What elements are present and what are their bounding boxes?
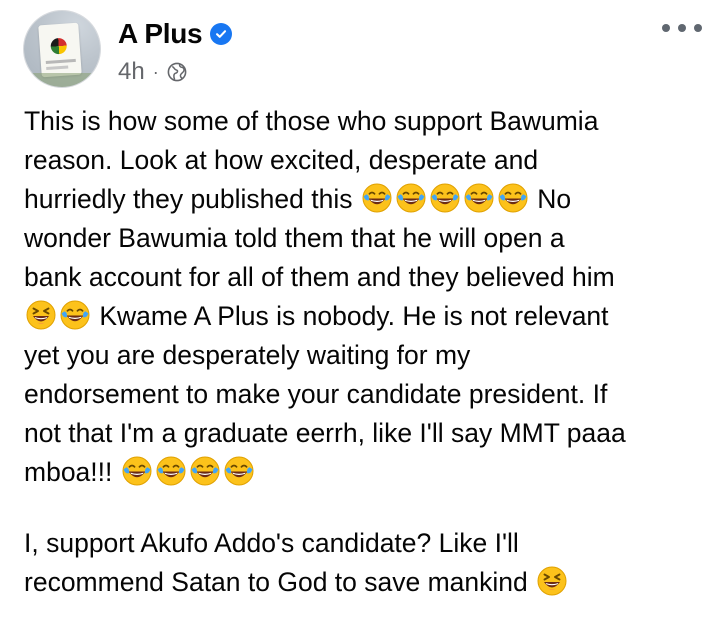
tears-of-joy-emoji-icon <box>121 455 153 487</box>
tears-of-joy-emoji-icon <box>395 182 427 214</box>
post-text-segment: I, support Akufo Addo's candidate? Like … <box>24 528 519 558</box>
post-text-segment: No <box>529 184 572 214</box>
post-text-segment: bank account for all of them and they be… <box>24 262 615 292</box>
emoji-group <box>120 455 256 487</box>
post-line: I, support Akufo Addo's candidate? Like … <box>24 524 704 563</box>
post-text-segment: endorsement to make your candidate presi… <box>24 379 608 409</box>
post-line: reason. Look at how excited, desperate a… <box>24 141 704 180</box>
laughing-emoji-icon <box>536 565 568 597</box>
post-text-segment: hurriedly they published this <box>24 184 360 214</box>
post-text-segment: This is how some of those who support Ba… <box>24 106 599 136</box>
post-text-segment: wonder Bawumia told them that he will op… <box>24 223 565 253</box>
post-timestamp[interactable]: 4h <box>118 58 145 86</box>
post-line: wonder Bawumia told them that he will op… <box>24 219 704 258</box>
tears-of-joy-emoji-icon <box>463 182 495 214</box>
emoji-group <box>360 182 530 214</box>
tears-of-joy-emoji-icon <box>189 455 221 487</box>
tears-of-joy-emoji-icon <box>497 182 529 214</box>
tears-of-joy-emoji-icon <box>155 455 187 487</box>
laughing-emoji-icon <box>25 299 57 331</box>
post-text-segment: not that I'm a graduate eerrh, like I'll… <box>24 418 626 448</box>
meta-separator: · <box>152 61 159 82</box>
emoji-group <box>24 299 92 331</box>
author-row: A Plus <box>118 14 233 54</box>
post-text-segment: Kwame A Plus is nobody. He is not releva… <box>92 301 609 331</box>
emoji-group <box>535 565 569 597</box>
author-avatar[interactable] <box>23 10 101 88</box>
post-line: recommend Satan to God to save mankind <box>24 563 704 602</box>
post-meta: 4h · <box>118 56 187 88</box>
post-text-segment: yet you are desperately waiting for my <box>24 340 471 370</box>
post-header: A Plus 4h · <box>0 0 720 100</box>
post-line: Kwame A Plus is nobody. He is not releva… <box>24 297 704 336</box>
tears-of-joy-emoji-icon <box>429 182 461 214</box>
post-line: endorsement to make your candidate presi… <box>24 375 704 414</box>
tears-of-joy-emoji-icon <box>59 299 91 331</box>
post-line: This is how some of those who support Ba… <box>24 102 704 141</box>
post-line: yet you are desperately waiting for my <box>24 336 704 375</box>
tears-of-joy-emoji-icon <box>361 182 393 214</box>
post-line: bank account for all of them and they be… <box>24 258 704 297</box>
tears-of-joy-emoji-icon <box>223 455 255 487</box>
verified-badge-icon <box>210 23 233 45</box>
post-line: not that I'm a graduate eerrh, like I'll… <box>24 414 704 453</box>
post-line: hurriedly they published this No <box>24 180 704 219</box>
post-text-segment: mboa!!! <box>24 457 120 487</box>
post-text-segment: reason. Look at how excited, desperate a… <box>24 145 539 175</box>
author-name[interactable]: A Plus <box>118 18 203 50</box>
post-text-segment: recommend Satan to God to save mankind <box>24 567 536 597</box>
post-line: mboa!!! <box>24 453 704 492</box>
post-text: This is how some of those who support Ba… <box>24 102 704 602</box>
more-options-icon[interactable] <box>662 16 702 40</box>
globe-icon <box>167 62 187 82</box>
